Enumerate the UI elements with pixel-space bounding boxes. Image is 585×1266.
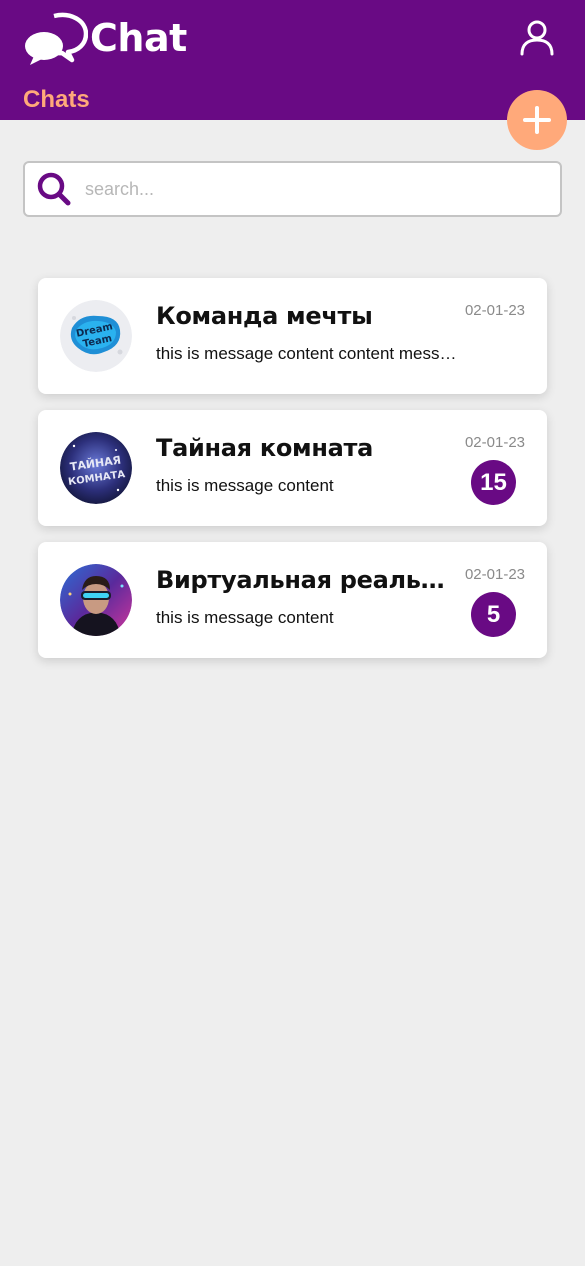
- avatar: [60, 564, 132, 636]
- chat-last-message: this is message content: [156, 608, 334, 627]
- app-header: Chat Chats: [0, 0, 585, 120]
- chat-last-message: this is message content content message …: [156, 344, 460, 363]
- unread-count-badge: 5: [471, 592, 516, 637]
- new-chat-button[interactable]: [507, 90, 567, 150]
- chat-date: 02-01-23: [464, 302, 525, 319]
- chat-list: Dream Team Команда мечты this is message…: [38, 278, 547, 674]
- profile-button[interactable]: [518, 20, 556, 56]
- chat-date: 02-01-23: [464, 566, 525, 583]
- chat-item[interactable]: Dream Team Команда мечты this is message…: [38, 278, 547, 394]
- search-icon: [37, 172, 71, 206]
- plus-icon: [523, 106, 551, 134]
- chat-last-message: this is message content: [156, 476, 334, 495]
- chat-name: Команда мечты: [156, 302, 373, 330]
- search-input[interactable]: [85, 178, 525, 200]
- app-title: Chat: [90, 16, 187, 60]
- search-bar: [23, 161, 562, 217]
- page-title: Chats: [23, 86, 90, 113]
- avatar: ТАЙНАЯ КОМНАТА: [60, 432, 132, 504]
- chat-name: Виртуальная реальность: [156, 566, 458, 594]
- unread-count-badge: 15: [471, 460, 516, 505]
- user-icon: [520, 20, 554, 56]
- chat-date: 02-01-23: [464, 434, 525, 451]
- app-logo: Chat: [24, 10, 187, 66]
- chat-item[interactable]: ТАЙНАЯ КОМНАТА Тайная комната this is me…: [38, 410, 547, 526]
- chat-name: Тайная комната: [156, 434, 374, 462]
- chat-item[interactable]: Виртуальная реальность this is message c…: [38, 542, 547, 658]
- chat-bubbles-icon: [25, 12, 88, 65]
- avatar: Dream Team: [60, 300, 132, 372]
